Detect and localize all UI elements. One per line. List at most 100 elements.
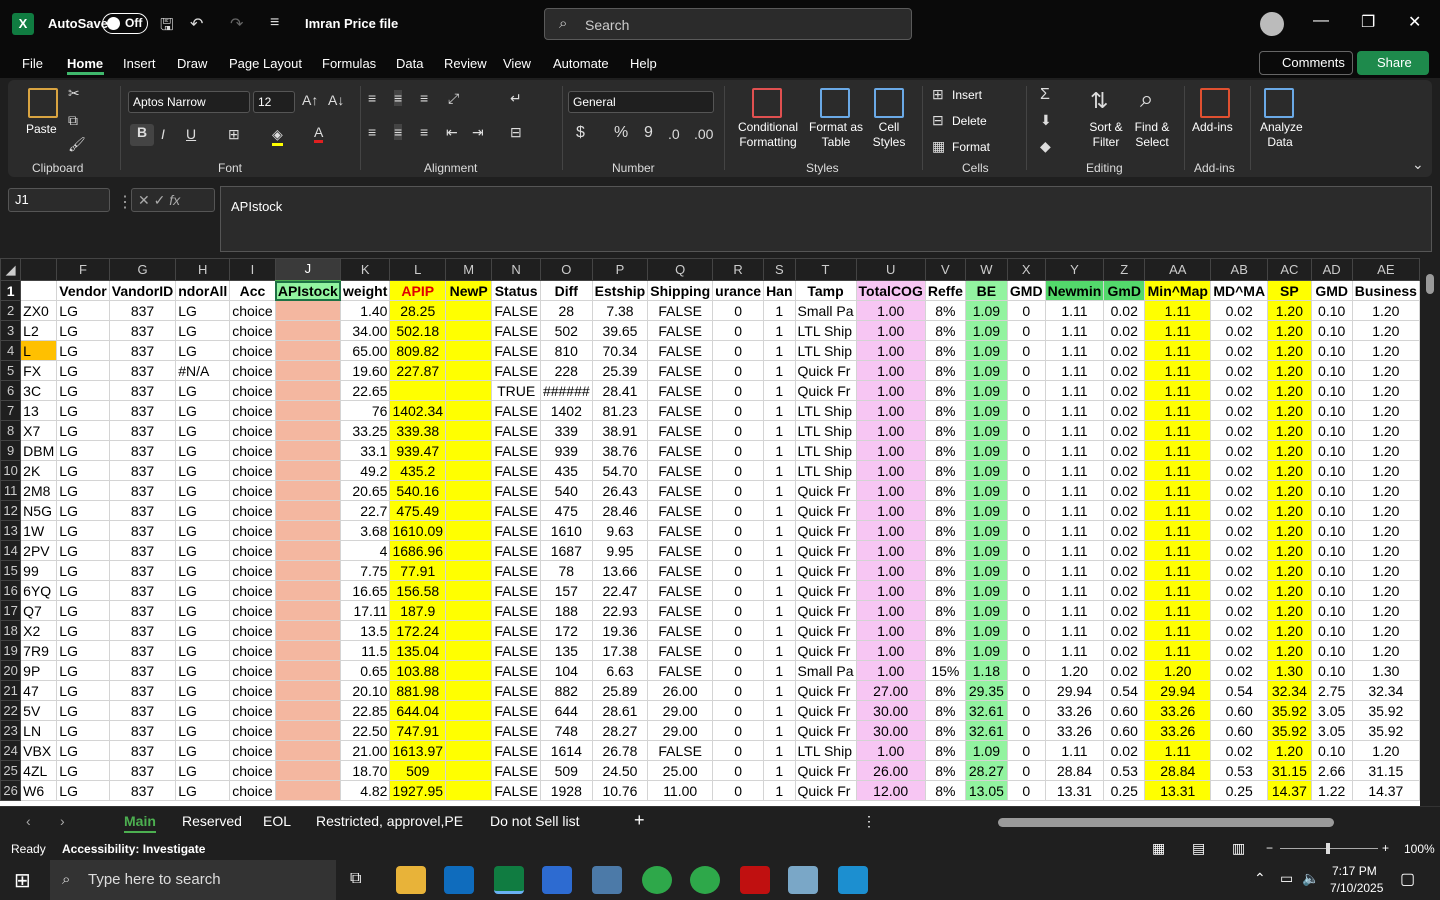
cell-q[interactable]: FALSE [647, 560, 714, 581]
cell-y[interactable]: 1.11 [1044, 320, 1105, 341]
cell-q[interactable]: FALSE [647, 640, 714, 661]
row-header[interactable]: 9 [0, 440, 22, 461]
cell-t[interactable]: Quick Fr [794, 520, 857, 541]
insert-cells-icon[interactable]: ⊞ [932, 86, 944, 103]
column-header-z[interactable]: Z [1103, 258, 1146, 281]
cell-s[interactable]: 1 [763, 660, 796, 681]
cell-e[interactable]: DBM [20, 440, 58, 461]
network-icon[interactable]: ▭ [1280, 870, 1293, 887]
cell-ad[interactable]: 0.10 [1310, 500, 1353, 521]
cell-r[interactable]: 0 [712, 700, 765, 721]
cell-ab[interactable]: 0.02 [1210, 500, 1269, 521]
cell-y[interactable]: 1.11 [1044, 340, 1105, 361]
cell-v[interactable]: 8% [924, 620, 966, 641]
cell-n[interactable]: FALSE [491, 640, 541, 661]
format-as-table-label[interactable]: Format as Table [808, 120, 864, 150]
cell-k[interactable]: 22.85 [340, 700, 391, 721]
cell-u[interactable]: 30.00 [855, 720, 926, 741]
cell-e[interactable]: W6 [20, 780, 58, 801]
cell-o[interactable]: 810 [539, 340, 593, 361]
cell-w[interactable]: 1.09 [964, 580, 1008, 601]
taskbar-search[interactable]: ⌕ Type here to search [50, 860, 336, 900]
cell-t[interactable]: LTL Ship [794, 400, 857, 421]
cell-g[interactable]: 837 [108, 660, 177, 681]
increase-decimal-icon[interactable]: .0 [668, 126, 680, 142]
cell-p[interactable]: 81.23 [591, 400, 649, 421]
row-header[interactable]: 19 [0, 640, 22, 661]
cell-v[interactable]: 8% [924, 300, 966, 321]
cell-t[interactable]: LTL Ship [794, 440, 857, 461]
cell-m[interactable] [445, 600, 493, 621]
cell-e[interactable]: 2K [20, 460, 58, 481]
delete-cells-icon[interactable]: ⊟ [932, 112, 944, 129]
cell-t[interactable]: Quick Fr [794, 760, 857, 781]
cell-f[interactable]: LG [56, 320, 110, 341]
cell-x[interactable]: 0 [1006, 300, 1046, 321]
cell-ac[interactable]: 1.20 [1267, 600, 1312, 621]
cell-ab[interactable]: 0.02 [1210, 620, 1269, 641]
cell-h[interactable]: LG [175, 420, 231, 441]
cell-n[interactable]: TRUE [491, 380, 541, 401]
cell-w[interactable]: 1.09 [964, 480, 1008, 501]
cell-aa[interactable]: 1.11 [1144, 600, 1212, 621]
cell-t[interactable]: Quick Fr [794, 500, 857, 521]
cell-r[interactable]: 0 [712, 680, 765, 701]
spreadsheet-grid[interactable]: ◢ F G H I J K L M N O P Q R S T U V W X Y Z AA AB AC AD AE 1 Vendor V… [0, 258, 1420, 806]
cell-p[interactable]: 25.89 [591, 680, 649, 701]
decrease-font-icon[interactable]: A↓ [328, 92, 344, 108]
row-header[interactable]: 4 [0, 340, 22, 361]
cell-ab[interactable]: 0.02 [1210, 360, 1269, 381]
cell-o[interactable]: 644 [539, 700, 593, 721]
cell-ae[interactable]: 1.30 [1351, 660, 1420, 681]
cell-z[interactable]: 0.02 [1103, 600, 1146, 621]
cell-r[interactable]: 0 [712, 760, 765, 781]
header-cell-u[interactable]: TotalCOG [855, 280, 926, 301]
cell-g[interactable]: 837 [108, 460, 177, 481]
font-name-select[interactable]: Aptos Narrow [128, 91, 250, 113]
cell-i[interactable]: choice [229, 620, 276, 641]
cell-k[interactable]: 34.00 [340, 320, 391, 341]
cell-aa[interactable]: 1.11 [1144, 340, 1212, 361]
analyze-data-label[interactable]: Analyze Data [1260, 120, 1303, 150]
cell-ad[interactable]: 0.10 [1310, 380, 1353, 401]
cell-j[interactable] [274, 660, 342, 681]
cell-h[interactable]: LG [175, 480, 231, 501]
header-cell-j[interactable]: APIstock [274, 280, 342, 301]
redo-icon[interactable]: ↷ [230, 14, 243, 34]
cell-p[interactable]: 26.78 [591, 740, 649, 761]
cell-m[interactable] [445, 560, 493, 581]
format-cells-icon[interactable]: ▦ [932, 138, 945, 155]
cell-e[interactable]: 2M8 [20, 480, 58, 501]
cell-s[interactable]: 1 [763, 540, 796, 561]
cell-ae[interactable]: 31.15 [1351, 760, 1420, 781]
cell-w[interactable]: 32.61 [964, 720, 1008, 741]
cell-s[interactable]: 1 [763, 780, 796, 801]
cell-ad[interactable]: 2.66 [1310, 760, 1353, 781]
cell-ad[interactable]: 1.22 [1310, 780, 1353, 801]
cell-j[interactable] [274, 540, 342, 561]
cell-g[interactable]: 837 [108, 620, 177, 641]
cell-ad[interactable]: 3.05 [1310, 700, 1353, 721]
cell-j[interactable] [274, 600, 342, 621]
cell-w[interactable]: 1.09 [964, 400, 1008, 421]
format-cells-label[interactable]: Format [952, 140, 990, 155]
cell-s[interactable]: 1 [763, 480, 796, 501]
chrome-icon[interactable] [642, 866, 672, 894]
cell-h[interactable]: LG [175, 320, 231, 341]
cell-e[interactable]: LN [20, 720, 58, 741]
cell-n[interactable]: FALSE [491, 340, 541, 361]
row-header[interactable]: 15 [0, 560, 22, 581]
header-cell-s[interactable]: Han [763, 280, 796, 301]
cell-p[interactable]: 24.50 [591, 760, 649, 781]
cell-i[interactable]: choice [229, 700, 276, 721]
tab-insert[interactable]: Insert [123, 56, 156, 71]
cell-x[interactable]: 0 [1006, 680, 1046, 701]
row-header[interactable]: 23 [0, 720, 22, 741]
excel-taskbar-icon[interactable] [494, 866, 524, 894]
cell-u[interactable]: 1.00 [855, 380, 926, 401]
undo-icon[interactable]: ↶ [190, 14, 203, 34]
cell-i[interactable]: choice [229, 600, 276, 621]
column-header-ab[interactable]: AB [1210, 258, 1269, 281]
cell-ae[interactable]: 32.34 [1351, 680, 1420, 701]
cell-z[interactable]: 0.02 [1103, 560, 1146, 581]
